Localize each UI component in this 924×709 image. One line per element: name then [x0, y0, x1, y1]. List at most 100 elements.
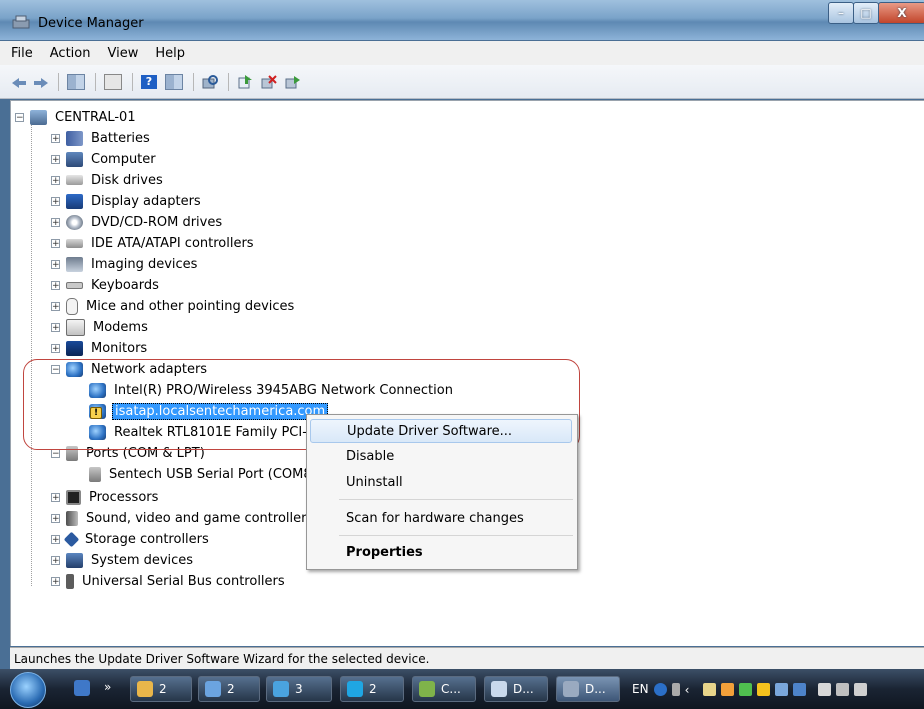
toolbar-separator — [132, 72, 133, 91]
expand-icon[interactable]: + — [51, 259, 60, 269]
tree-item-system-devices[interactable]: + System devices — [51, 550, 195, 570]
window-icon — [205, 681, 221, 697]
taskbar-group-4[interactable]: 2 — [340, 676, 404, 702]
taskbar-group-1[interactable]: 2 — [130, 676, 192, 702]
start-button[interactable] — [10, 672, 46, 708]
expand-icon[interactable]: + — [51, 492, 60, 502]
toolbar-separator — [193, 72, 194, 91]
expand-icon[interactable]: + — [51, 154, 60, 164]
maximize-button[interactable]: □ — [853, 2, 879, 24]
menu-update-driver[interactable]: Update Driver Software... — [310, 419, 572, 443]
expand-tray-icon[interactable]: ‹ — [685, 683, 698, 697]
tray-icon[interactable] — [817, 682, 831, 696]
language-indicator[interactable]: EN — [632, 682, 649, 696]
collapse-icon[interactable]: − — [15, 112, 24, 122]
tree-item-dvd-drives[interactable]: + DVD/CD-ROM drives — [51, 212, 224, 232]
help-tray-icon[interactable] — [653, 682, 667, 696]
expand-icon[interactable]: + — [51, 238, 60, 248]
device-manager-icon — [563, 681, 579, 697]
menu-uninstall[interactable]: Uninstall — [310, 470, 572, 494]
expand-icon[interactable]: + — [51, 555, 60, 565]
tray-icon[interactable] — [671, 682, 680, 696]
menu-item-label: Scan for hardware changes — [346, 510, 524, 526]
uninstall-icon[interactable] — [261, 74, 277, 89]
menu-view[interactable]: View — [101, 46, 144, 61]
computer-root-icon — [30, 109, 47, 125]
expand-icon[interactable]: + — [51, 534, 60, 544]
expand-icon[interactable]: + — [51, 322, 60, 332]
network-tray-icon[interactable] — [792, 682, 806, 696]
taskbar-group-2[interactable]: 2 — [198, 676, 260, 702]
expand-icon[interactable]: + — [51, 196, 60, 206]
scan-hardware-icon[interactable] — [202, 74, 218, 89]
menu-scan-hardware[interactable]: Scan for hardware changes — [310, 506, 572, 530]
menu-action[interactable]: Action — [44, 46, 97, 61]
monitor-tray-icon[interactable] — [774, 682, 788, 696]
tree-item-keyboards[interactable]: + Keyboards — [51, 275, 161, 295]
enable-device-icon[interactable] — [285, 75, 301, 89]
expand-icon[interactable]: + — [51, 513, 60, 523]
help-icon[interactable]: ? — [141, 74, 157, 89]
tree-item-mice[interactable]: + Mice and other pointing devices — [51, 296, 296, 316]
tree-item-processors[interactable]: + Processors — [51, 487, 160, 507]
tree-item-label: Computer — [91, 151, 156, 167]
show-desktop-icon[interactable] — [74, 680, 90, 696]
tree-item-ide-controllers[interactable]: + IDE ATA/ATAPI controllers — [51, 233, 256, 253]
menu-item-label: Update Driver Software... — [347, 423, 513, 439]
show-hide-console-tree-icon[interactable] — [67, 73, 85, 90]
title-bar[interactable]: Device Manager – □ X — [0, 0, 924, 40]
volume-tray-icon[interactable] — [853, 682, 867, 696]
tray-icon[interactable] — [720, 682, 734, 696]
tree-item-label: IDE ATA/ATAPI controllers — [91, 235, 254, 251]
menu-properties[interactable]: Properties — [310, 540, 572, 564]
tree-item-imaging-devices[interactable]: + Imaging devices — [51, 254, 199, 274]
taskbar-window-d1[interactable]: D... — [484, 676, 548, 702]
tray-icon[interactable] — [756, 682, 770, 696]
tray-icon[interactable] — [835, 682, 849, 696]
menu-disable[interactable]: Disable — [310, 444, 572, 468]
skype-icon — [347, 681, 363, 697]
expand-icon[interactable]: + — [51, 576, 60, 586]
back-arrow-icon[interactable] — [12, 77, 26, 88]
tree-item-modems[interactable]: + Modems — [51, 317, 150, 337]
app-icon — [419, 681, 435, 697]
tree-item-display-adapters[interactable]: + Display adapters — [51, 191, 203, 211]
mail-tray-icon[interactable] — [702, 682, 716, 696]
port-sentech-usb[interactable]: Sentech USB Serial Port (COM8 — [89, 464, 314, 484]
tree-item-storage[interactable]: + Storage controllers — [51, 529, 211, 549]
display-adapter-icon — [66, 193, 83, 209]
taskbar-window-device-manager[interactable]: D... — [556, 676, 620, 702]
expand-icon[interactable]: + — [51, 175, 60, 185]
taskbar-window-c[interactable]: C... — [412, 676, 476, 702]
tree-item-batteries[interactable]: + Batteries — [51, 128, 152, 148]
expand-icon[interactable]: + — [51, 301, 60, 311]
menu-file[interactable]: File — [5, 46, 39, 61]
expand-icon[interactable]: + — [51, 343, 60, 353]
properties-icon[interactable] — [104, 73, 122, 90]
menu-help[interactable]: Help — [149, 46, 191, 61]
tree-root[interactable]: − CENTRAL-01 — [15, 107, 138, 127]
expand-icon[interactable]: + — [51, 133, 60, 143]
taskbar-window-label: D... — [585, 682, 606, 696]
status-bar: Launches the Update Driver Software Wiza… — [10, 647, 924, 669]
menu-bar: File Action View Help — [0, 41, 924, 65]
tray-icon[interactable] — [738, 682, 752, 696]
maximize-icon: □ — [860, 6, 872, 20]
toolbar-separator — [228, 72, 229, 91]
update-driver-icon[interactable] — [237, 74, 253, 89]
tree-item-sound[interactable]: + Sound, video and game controllers — [51, 508, 315, 528]
close-button[interactable]: X — [878, 2, 924, 24]
tree-item-disk-drives[interactable]: + Disk drives — [51, 170, 165, 190]
minimize-button[interactable]: – — [828, 2, 854, 24]
disk-drive-icon — [66, 175, 83, 185]
mouse-icon — [66, 297, 78, 315]
expand-icon[interactable]: + — [51, 280, 60, 290]
tree-item-monitors[interactable]: + Monitors — [51, 338, 149, 358]
forward-arrow-icon[interactable] — [34, 77, 48, 88]
quick-launch-chevron-icon[interactable]: » — [104, 680, 120, 696]
expand-icon[interactable]: + — [51, 217, 60, 227]
tree-item-usb[interactable]: + Universal Serial Bus controllers — [51, 571, 287, 591]
taskbar-group-3[interactable]: 3 — [266, 676, 332, 702]
tree-item-computer[interactable]: + Computer — [51, 149, 158, 169]
show-action-pane-icon[interactable] — [165, 73, 183, 90]
